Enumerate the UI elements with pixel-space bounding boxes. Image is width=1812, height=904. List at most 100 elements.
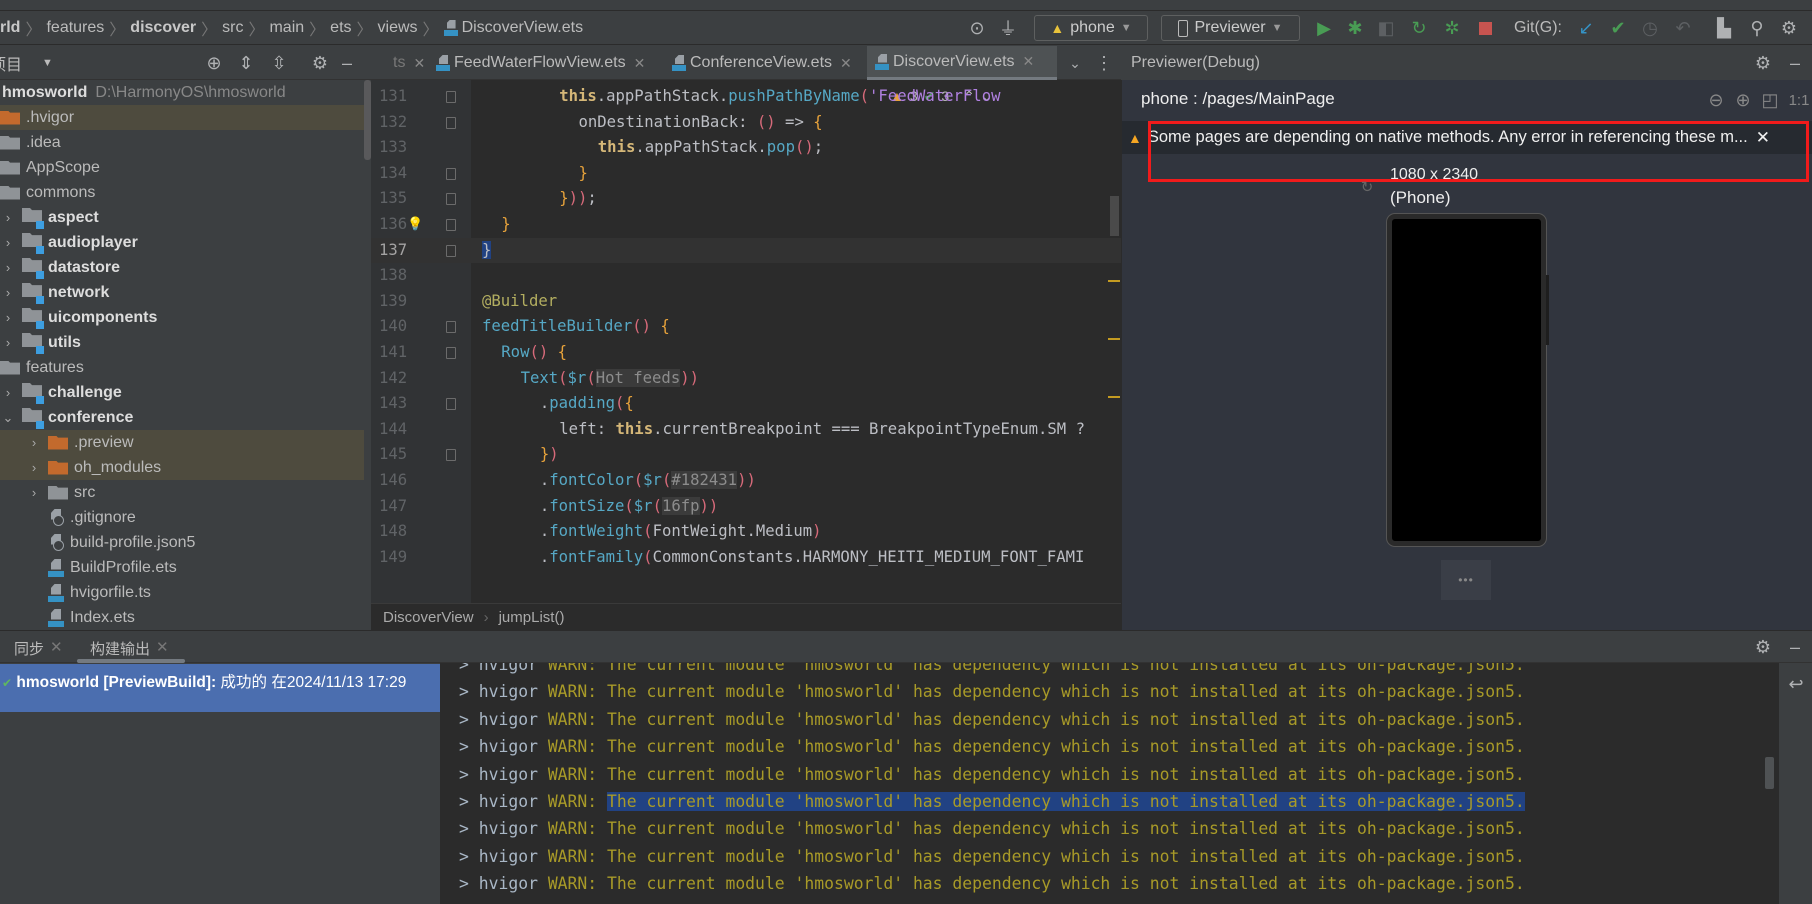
chevron-right-icon[interactable]: ›	[0, 385, 16, 400]
tree-item-datastore[interactable]: › datastore	[0, 255, 364, 280]
more-options-button[interactable]: •••	[1441, 560, 1491, 600]
zoom-in-icon[interactable]: ⊕	[1733, 90, 1753, 110]
reload-icon[interactable]: ↻	[1408, 17, 1430, 39]
phone-preview-screen[interactable]	[1387, 214, 1546, 546]
chevron-down-icon[interactable]: ⌄	[0, 410, 16, 426]
breadcrumb-item[interactable]: features	[46, 19, 104, 37]
device-dropdown[interactable]: ▲ phone ▼	[1034, 15, 1148, 41]
chevron-right-icon[interactable]: ›	[26, 460, 42, 475]
tree-item-hvigorfilets[interactable]: hvigorfile.ts	[0, 580, 364, 605]
build-output-console[interactable]: > hvigor WARN: The current module 'hmosw…	[441, 663, 1779, 904]
tree-item-utils[interactable]: › utils	[0, 330, 364, 355]
breadcrumb-item[interactable]: discover	[130, 19, 196, 37]
git-rollback-icon[interactable]: ↶	[1672, 17, 1694, 39]
tree-item-challenge[interactable]: › challenge	[0, 380, 364, 405]
gear-icon[interactable]: ⚙	[1752, 636, 1774, 658]
attach-icon[interactable]: ◧	[1375, 17, 1397, 39]
chevron-right-icon[interactable]: ›	[26, 485, 42, 500]
breadcrumb-file[interactable]: DiscoverView.ets	[462, 19, 584, 37]
close-icon[interactable]: ✕	[50, 638, 63, 659]
settings-icon[interactable]: ⚙	[1778, 17, 1800, 39]
git-history-icon[interactable]: ◷	[1639, 17, 1661, 39]
fold-marker-icon[interactable]	[446, 398, 456, 411]
close-icon[interactable]: ✕	[413, 55, 425, 72]
tree-item-uicomponents[interactable]: › uicomponents	[0, 305, 364, 330]
tree-item-conference[interactable]: ⌄ conference	[0, 405, 364, 430]
project-structure-icon[interactable]: ▙	[1713, 17, 1735, 39]
build-result-row[interactable]: ✔ hmosworld [PreviewBuild]: 成功的 在2024/11…	[0, 664, 440, 712]
stop-icon[interactable]	[1474, 17, 1496, 39]
chevron-right-icon[interactable]: ›	[0, 310, 16, 325]
minimize-icon[interactable]: –	[338, 52, 356, 74]
breadcrumb-item[interactable]: rld	[0, 19, 20, 37]
fold-marker-icon[interactable]	[446, 116, 456, 129]
project-view-selector[interactable]: 项目 ▼	[0, 46, 60, 80]
code-editor[interactable]: ▲ 3 ✔ 3 ⌃ ⌄ 131 this.appPathStack.pushPathB…	[371, 80, 1121, 603]
tree-item-audioplayer[interactable]: › audioplayer	[0, 230, 364, 255]
fold-marker-icon[interactable]	[446, 193, 456, 206]
chevron-right-icon[interactable]: ›	[0, 260, 16, 275]
breadcrumb-item[interactable]: ets	[330, 19, 351, 37]
fit-screen-icon[interactable]: ◰	[1760, 90, 1780, 110]
fold-marker-icon[interactable]	[446, 244, 456, 257]
lightbulb-icon[interactable]: 💡	[407, 212, 423, 238]
tree-item-gitignore[interactable]: .gitignore	[0, 505, 364, 530]
close-icon[interactable]: ✕	[1023, 53, 1035, 70]
editor-tab[interactable]: ConferenceView.ets ✕	[664, 46, 861, 80]
fold-marker-icon[interactable]	[446, 219, 456, 231]
editor-tab[interactable]: ts ✕	[385, 46, 425, 80]
crumb-class[interactable]: DiscoverView	[383, 609, 474, 626]
chevron-right-icon[interactable]: ›	[0, 285, 16, 300]
tree-item-aspect[interactable]: › aspect	[0, 205, 364, 230]
run-icon[interactable]: ▶	[1313, 17, 1335, 39]
git-commit-icon[interactable]: ✔	[1607, 17, 1629, 39]
tab-sync[interactable]: 同步 ✕	[14, 638, 63, 659]
fold-marker-icon[interactable]	[446, 347, 456, 359]
close-icon[interactable]: ✕	[634, 55, 646, 72]
breadcrumb-item[interactable]: views	[378, 19, 418, 37]
run-target-dropdown[interactable]: Previewer ▼	[1161, 15, 1300, 41]
actual-size-button[interactable]: 1:1	[1788, 90, 1810, 110]
expand-all-icon[interactable]: ⇕	[235, 52, 257, 74]
close-icon[interactable]: ✕	[840, 55, 852, 72]
close-icon[interactable]: ✕	[156, 638, 169, 659]
profile-icon[interactable]: ✲	[1441, 17, 1463, 39]
editor-tab[interactable]: DiscoverView.ets ✕	[867, 46, 1057, 80]
collapse-all-icon[interactable]: ⇳	[268, 52, 290, 74]
fold-marker-icon[interactable]	[446, 449, 456, 462]
crumb-method[interactable]: jumpList()	[499, 609, 565, 626]
zoom-out-icon[interactable]: ⊖	[1706, 90, 1726, 110]
tree-item-buildprofilejson5[interactable]: build-profile.json5	[0, 530, 364, 555]
fold-marker-icon[interactable]	[446, 321, 456, 334]
console-scrollbar[interactable]	[1765, 757, 1774, 789]
search-icon[interactable]: ⚲	[1746, 17, 1768, 39]
soft-wrap-icon[interactable]: ↩	[1784, 672, 1808, 696]
tree-item-commons[interactable]: commons	[0, 180, 364, 205]
tree-item-features[interactable]: features	[0, 355, 364, 380]
tree-scrollbar[interactable]	[364, 80, 371, 160]
tree-item-buildprofileets[interactable]: BuildProfile.ets	[0, 555, 364, 580]
rotate-icon[interactable]: ↻	[1358, 178, 1376, 196]
fold-marker-icon[interactable]	[446, 167, 456, 180]
plug-icon[interactable]: ⏚	[997, 17, 1019, 39]
more-icon[interactable]: ⋮	[1095, 52, 1113, 74]
tree-item-indexets[interactable]: Index.ets	[0, 605, 364, 630]
chevron-right-icon[interactable]: ›	[0, 235, 16, 250]
tree-root[interactable]: hmosworld D:\HarmonyOS\hmosworld	[0, 80, 364, 105]
tab-build-output[interactable]: 构建输出 ✕	[90, 638, 169, 659]
editor-tab[interactable]: FeedWaterFlowView.ets ✕	[428, 46, 647, 80]
tree-item-ohmodules[interactable]: › oh_modules	[0, 455, 364, 480]
locate-icon[interactable]: ⊕	[203, 52, 225, 74]
tree-item-hvigor[interactable]: .hvigor	[0, 105, 364, 130]
breadcrumb-item[interactable]: src	[222, 19, 243, 37]
tree-item-idea[interactable]: .idea	[0, 130, 364, 155]
chevron-right-icon[interactable]: ›	[0, 335, 16, 350]
breadcrumb-item[interactable]: main	[269, 19, 304, 37]
tree-item-preview[interactable]: › .preview	[0, 430, 364, 455]
tree-item-src[interactable]: › src	[0, 480, 364, 505]
target-icon[interactable]: ⊙	[966, 17, 988, 39]
tree-item-network[interactable]: › network	[0, 280, 364, 305]
debug-icon[interactable]: ✱	[1344, 17, 1366, 39]
tabs-dropdown-icon[interactable]: ⌄	[1065, 52, 1085, 74]
chevron-right-icon[interactable]: ›	[0, 210, 16, 225]
